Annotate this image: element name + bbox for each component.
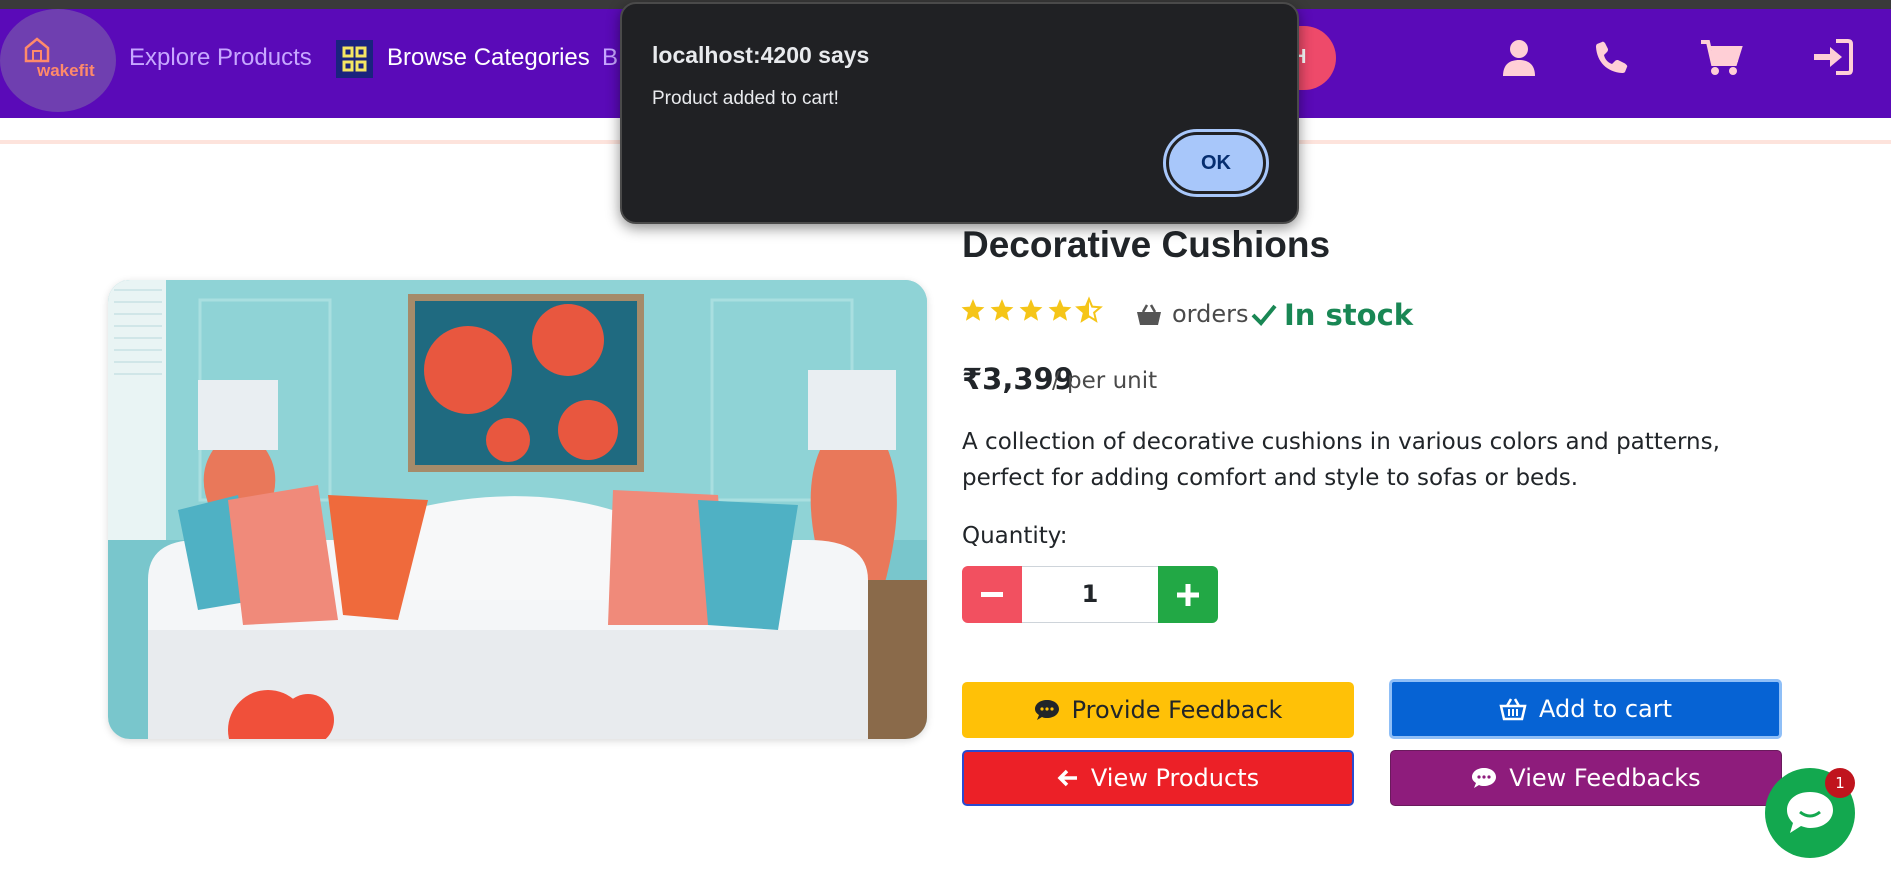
quantity-increment-button[interactable]	[1158, 566, 1218, 623]
view-feedbacks-button[interactable]: View Feedbacks	[1390, 750, 1782, 806]
alert-dialog: localhost:4200 says Product added to car…	[620, 2, 1299, 224]
view-products-button[interactable]: View Products	[962, 750, 1354, 806]
chat-bubble-icon	[1787, 792, 1833, 833]
logo-text: wakefit	[37, 61, 95, 80]
phone-icon[interactable]	[1591, 36, 1633, 78]
login-icon[interactable]	[1812, 36, 1854, 78]
price-unit: / per unit	[1052, 368, 1158, 394]
stock-status: In stock	[1284, 298, 1414, 332]
nav-browse-categories[interactable]: Browse Categories	[387, 44, 590, 72]
add-to-cart-label: Add to cart	[1539, 695, 1672, 723]
rating-star-icon	[990, 299, 1014, 321]
rating-star-icon	[961, 299, 985, 321]
orders-label: orders	[1172, 300, 1249, 328]
basket-icon	[1499, 698, 1527, 721]
nav-truncated-item[interactable]: B	[602, 44, 618, 72]
alert-message: Product added to cart!	[652, 88, 839, 109]
nav-explore-products[interactable]: Explore Products	[129, 44, 312, 72]
plus-icon	[1177, 583, 1199, 606]
product-title: Decorative Cushions	[962, 224, 1331, 265]
provide-feedback-button[interactable]: Provide Feedback	[962, 682, 1354, 738]
grid-icon[interactable]	[336, 40, 373, 78]
alert-ok-button[interactable]: OK	[1163, 129, 1269, 197]
arrow-left-icon	[1057, 769, 1077, 787]
user-icon[interactable]	[1498, 36, 1540, 78]
product-image	[108, 280, 927, 739]
cart-icon[interactable]	[1699, 36, 1743, 78]
provide-feedback-label: Provide Feedback	[1071, 696, 1283, 724]
quantity-input[interactable]: 1	[1022, 566, 1158, 623]
view-feedbacks-label: View Feedbacks	[1509, 764, 1701, 792]
product-description: A collection of decorative cushions in v…	[962, 429, 1720, 491]
rating-star-icon	[1048, 299, 1072, 321]
comment-icon	[1034, 700, 1059, 720]
rating-star-icon	[1019, 299, 1043, 321]
logo[interactable]: wakefit	[0, 9, 116, 112]
chat-notification-badge: 1	[1825, 768, 1855, 798]
add-to-cart-button[interactable]: Add to cart	[1389, 679, 1782, 739]
alert-title: localhost:4200 says	[652, 42, 870, 68]
comment-icon	[1472, 768, 1497, 788]
quantity-decrement-button[interactable]	[962, 566, 1022, 623]
view-products-label: View Products	[1090, 764, 1260, 792]
rating-stars	[961, 296, 1103, 323]
minus-icon	[981, 591, 1003, 597]
quantity-label: Quantity:	[962, 523, 1068, 549]
basket-icon	[1137, 304, 1161, 325]
rating-star-icon	[1075, 296, 1103, 323]
check-icon	[1251, 304, 1277, 326]
